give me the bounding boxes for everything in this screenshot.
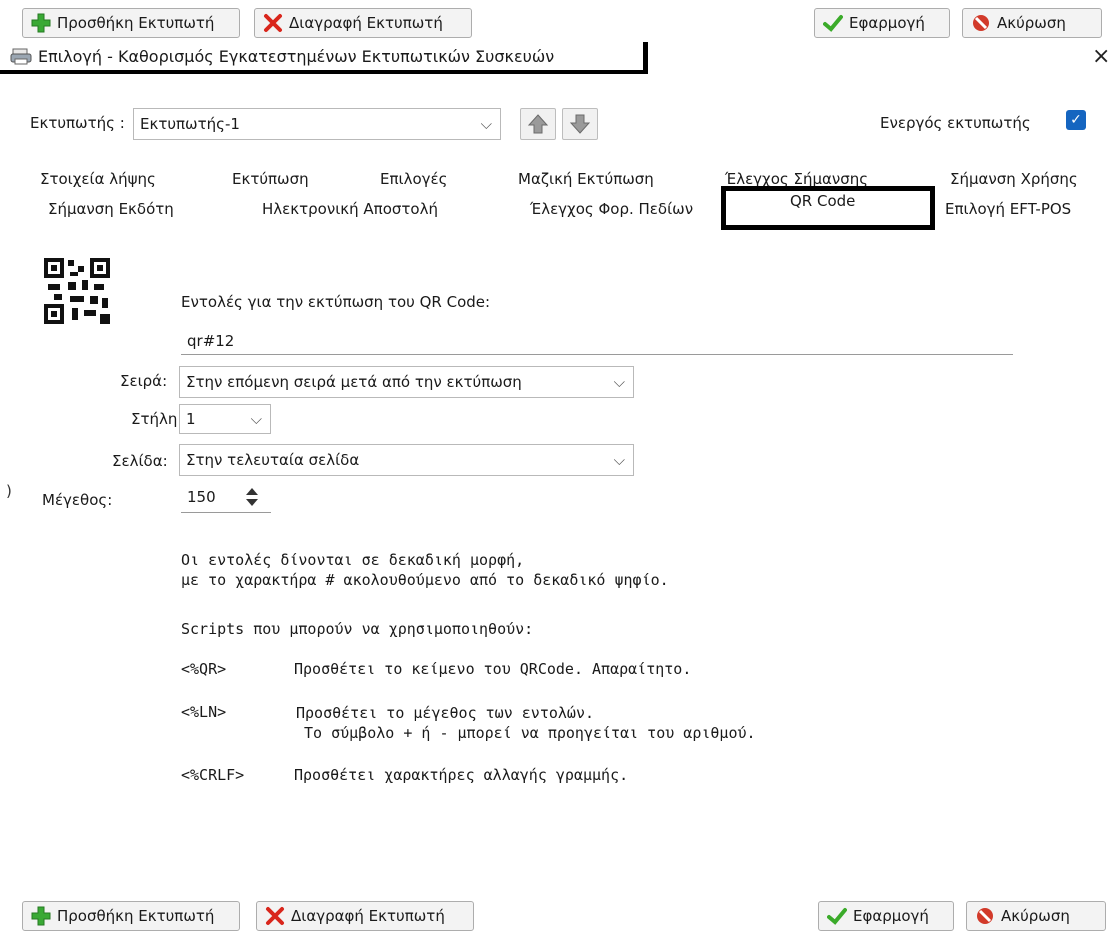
add-printer-label: Προσθήκη Εκτυπωτή: [57, 907, 215, 925]
tab-field-check[interactable]: Έλεγχος Φορ. Πεδίων: [530, 200, 693, 218]
tab-usage-marking[interactable]: Σήμανση Χρήσης: [950, 170, 1078, 188]
printer-label: Εκτυπωτής :: [30, 114, 125, 132]
cancel-icon: [973, 15, 989, 31]
tab-batch-print[interactable]: Μαζική Εκτύπωση: [518, 170, 654, 188]
printer-select[interactable]: Εκτυπωτής-1 ⌵: [133, 108, 501, 140]
arrow-up-icon: [527, 114, 549, 134]
qr-code-icon: [44, 258, 110, 324]
cancel-label: Ακύρωση: [997, 14, 1066, 32]
plus-icon: [31, 906, 51, 926]
size-label: Μέγεθος:: [42, 491, 113, 509]
add-printer-label: Προσθήκη Εκτυπωτή: [57, 14, 215, 32]
check-icon: [827, 908, 847, 925]
script-ln-desc-1: Προσθέτει το μέγεθος των εντολών.: [296, 704, 595, 722]
tab-qr-code-label: QR Code: [790, 192, 856, 210]
tab-receipt-info[interactable]: Στοιχεία λήψης: [40, 170, 156, 188]
plus-icon: [31, 13, 51, 33]
tab-printing[interactable]: Εκτύπωση: [232, 170, 309, 188]
printer-icon: [10, 48, 32, 65]
chevron-down-icon: ⌵: [480, 115, 492, 133]
left-marker: ): [6, 482, 12, 500]
window-title-bar: Επιλογή - Καθορισμός Εγκατεστημένων Εκτυ…: [0, 42, 648, 74]
move-down-button[interactable]: [562, 108, 598, 140]
cancel-icon: [977, 908, 993, 924]
size-value: 150: [187, 487, 216, 506]
window-title: Επιλογή - Καθορισμός Εγκατεστημένων Εκτυ…: [38, 46, 555, 66]
apply-button[interactable]: Εφαρμογή: [814, 8, 950, 38]
add-printer-button[interactable]: Προσθήκη Εκτυπωτή: [22, 8, 240, 38]
delete-printer-label: Διαγραφή Εκτυπωτή: [291, 907, 445, 925]
script-qr-desc: Προσθέτει το κείμενο του QRCode. Απαραίτ…: [294, 660, 692, 678]
script-ln-desc-2: Το σύμβολο + ή - μπορεί να προηγείται το…: [304, 724, 756, 742]
printer-select-value: Εκτυπωτής-1: [140, 115, 240, 133]
delete-x-icon: [266, 907, 284, 925]
add-printer-button-bottom[interactable]: Προσθήκη Εκτυπωτή: [22, 901, 240, 931]
column-select-value: 1: [186, 410, 196, 428]
delete-x-icon: [264, 14, 282, 32]
close-icon[interactable]: ×: [1092, 44, 1110, 69]
qr-commands-label: Εντολές για την εκτύπωση του QR Code:: [181, 293, 491, 311]
tab-eft-pos[interactable]: Επιλογή EFT-POS: [945, 200, 1071, 218]
chevron-down-icon: ⌵: [613, 451, 625, 469]
row-select-value: Στην επόμενη σειρά μετά από την εκτύπωση: [186, 373, 522, 391]
help-intro: Οι εντολές δίνονται σε δεκαδική μορφή, μ…: [181, 550, 669, 590]
stepper-arrows-icon[interactable]: [244, 486, 260, 508]
script-crlf-code: <%CRLF>: [181, 766, 245, 784]
tab-issuer-marking[interactable]: Σήμανση Εκδότη: [48, 200, 174, 218]
page-select-value: Στην τελευταία σελίδα: [186, 451, 360, 469]
tab-electronic-send[interactable]: Ηλεκτρονική Αποστολή: [262, 200, 438, 218]
checkmark-icon: ✓: [1070, 112, 1082, 128]
qr-commands-input[interactable]: qr#12: [181, 327, 1013, 355]
help-line-2: με το χαρακτήρα # ακολουθούμενο από το δ…: [181, 571, 669, 589]
page-select[interactable]: Στην τελευταία σελίδα ⌵: [179, 444, 634, 476]
chevron-down-icon: ⌵: [250, 410, 262, 428]
page-label: Σελίδα:: [112, 452, 168, 470]
column-select[interactable]: 1 ⌵: [179, 404, 271, 434]
active-printer-checkbox[interactable]: ✓: [1066, 110, 1086, 130]
active-printer-label: Ενεργός εκτυπωτής: [880, 114, 1031, 132]
tab-options[interactable]: Επιλογές: [380, 170, 447, 188]
help-line-1: Οι εντολές δίνονται σε δεκαδική μορφή,: [181, 551, 525, 569]
delete-printer-label: Διαγραφή Εκτυπωτή: [289, 14, 443, 32]
arrow-down-icon: [569, 114, 591, 134]
apply-label: Εφαρμογή: [853, 907, 929, 925]
cancel-button-bottom[interactable]: Ακύρωση: [966, 901, 1106, 931]
script-crlf-desc: Προσθέτει χαρακτήρες αλλαγής γραμμής.: [294, 766, 629, 784]
qr-commands-value: qr#12: [187, 331, 235, 350]
scripts-title: Scripts που μπορούν να χρησιμοποιηθούν:: [181, 620, 534, 638]
delete-printer-button-bottom[interactable]: Διαγραφή Εκτυπωτή: [256, 901, 474, 931]
script-ln-code: <%LN>: [181, 703, 227, 721]
column-label: Στήλη:: [131, 410, 183, 428]
size-stepper[interactable]: 150: [181, 481, 271, 513]
script-ln-desc: Προσθέτει το μέγεθος των εντολών. Το σύμ…: [296, 703, 756, 743]
script-qr-code: <%QR>: [181, 660, 227, 678]
apply-button-bottom[interactable]: Εφαρμογή: [818, 901, 954, 931]
move-up-button[interactable]: [520, 108, 556, 140]
cancel-label: Ακύρωση: [1001, 907, 1070, 925]
chevron-down-icon: ⌵: [613, 373, 625, 391]
apply-label: Εφαρμογή: [849, 14, 925, 32]
check-icon: [823, 15, 843, 32]
row-label: Σειρά:: [120, 372, 168, 390]
row-select[interactable]: Στην επόμενη σειρά μετά από την εκτύπωση…: [179, 366, 634, 398]
cancel-button[interactable]: Ακύρωση: [962, 8, 1102, 38]
delete-printer-button[interactable]: Διαγραφή Εκτυπωτή: [254, 8, 472, 38]
